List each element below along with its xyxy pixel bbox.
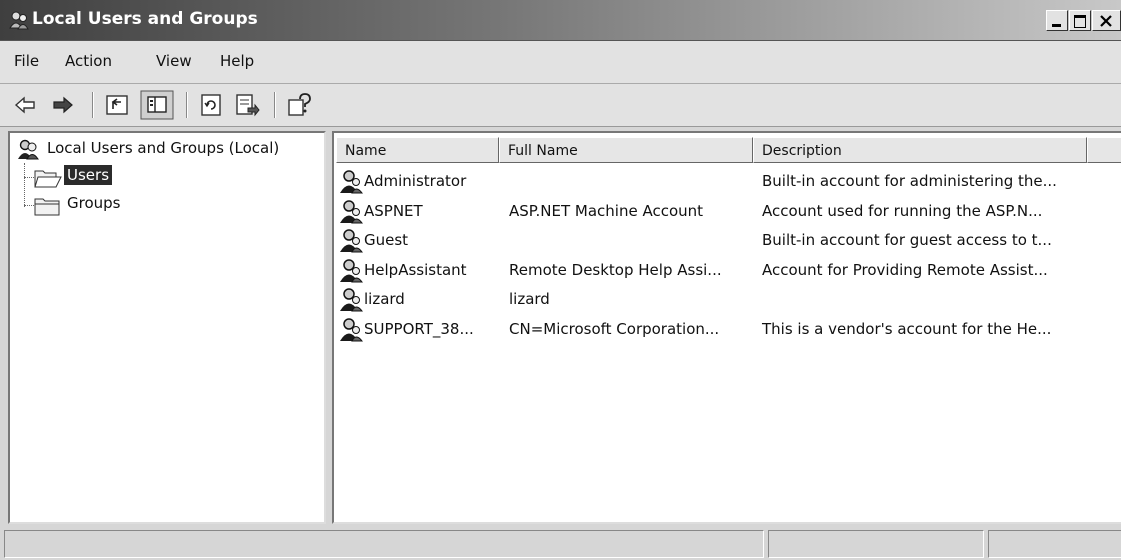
column-header-name[interactable]: Name	[336, 137, 499, 163]
minimize-button[interactable]	[1046, 10, 1068, 31]
users-and-groups-icon	[9, 11, 29, 30]
tree-connector	[24, 163, 26, 207]
cell-full-name: ASP.NET Machine Account	[509, 201, 704, 220]
cell-description: This is a vendor's account for the He...	[762, 319, 1052, 338]
user-icon	[340, 199, 364, 223]
show-hide-tree-icon[interactable]	[140, 90, 174, 120]
title-bar[interactable]: Local Users and Groups	[0, 0, 1121, 41]
menu-view[interactable]: View	[156, 52, 192, 70]
menu-action[interactable]: Action	[65, 52, 112, 70]
cell-full-name: Remote Desktop Help Assi...	[509, 260, 722, 279]
status-panel-3	[988, 530, 1121, 558]
table-row[interactable]: Administrator Built-in account for admini…	[334, 167, 1121, 195]
menu-bar: File Action View Help	[0, 41, 1121, 84]
cell-name: Administrator	[364, 172, 467, 190]
user-icon	[340, 317, 364, 341]
menu-file[interactable]: File	[14, 52, 39, 70]
status-panel-main	[4, 530, 764, 558]
cell-name: Guest	[364, 231, 409, 249]
close-button[interactable]	[1092, 10, 1121, 31]
users-and-groups-icon	[18, 139, 39, 160]
cell-name: HelpAssistant	[364, 260, 467, 279]
status-bar	[0, 528, 1121, 560]
column-header-empty	[1087, 137, 1121, 163]
help-icon[interactable]	[286, 92, 312, 118]
menu-help[interactable]: Help	[220, 52, 254, 70]
export-list-icon[interactable]	[234, 92, 260, 118]
cell-name: lizard	[364, 290, 405, 308]
column-header-full-name[interactable]: Full Name	[499, 137, 753, 163]
up-folder-icon[interactable]	[104, 92, 130, 118]
toolbar-separator	[274, 92, 275, 118]
column-header-description[interactable]: Description	[753, 137, 1087, 163]
back-arrow-icon[interactable]	[12, 92, 38, 118]
maximize-button[interactable]	[1069, 10, 1091, 31]
close-icon	[1100, 15, 1112, 27]
tree-item-users-label: Users	[64, 165, 113, 185]
user-icon	[340, 170, 364, 194]
cell-full-name: lizard	[509, 290, 550, 308]
tree-connector	[24, 177, 34, 179]
forward-arrow-icon[interactable]	[50, 92, 76, 118]
refresh-icon[interactable]	[198, 92, 224, 118]
table-row[interactable]: Guest Built-in account for guest access t…	[334, 226, 1121, 254]
maximize-icon	[1074, 15, 1086, 28]
user-icon	[340, 229, 364, 253]
folder-icon	[34, 198, 60, 216]
cell-name: ASPNET	[364, 201, 423, 220]
list-pane[interactable]: Name Full Name Description Administrator…	[332, 131, 1121, 524]
tree-pane[interactable]: Local Users and Groups (Local) Users Gro…	[8, 131, 326, 524]
status-panel-2	[768, 530, 984, 558]
user-icon	[340, 288, 364, 312]
toolbar	[0, 84, 1121, 127]
cell-name: SUPPORT_38...	[364, 319, 474, 338]
table-row[interactable]: lizard lizard	[334, 285, 1121, 313]
cell-full-name: CN=Microsoft Corporation...	[509, 319, 720, 338]
toolbar-separator	[92, 92, 93, 118]
table-row[interactable]: HelpAssistant Remote Desktop Help Assi...…	[334, 256, 1121, 284]
tree-item-groups-label: Groups	[67, 194, 121, 212]
cell-description: Account used for running the ASP.N...	[762, 201, 1043, 220]
toolbar-separator	[186, 92, 187, 118]
minimize-icon	[1052, 24, 1061, 27]
user-icon	[340, 258, 364, 282]
table-row[interactable]: SUPPORT_38... CN=Microsoft Corporation...…	[334, 315, 1121, 343]
cell-description: Built-in account for administering the..…	[762, 172, 1057, 190]
cell-description: Account for Providing Remote Assist...	[762, 260, 1048, 279]
tree-connector	[24, 205, 34, 207]
open-folder-icon	[34, 170, 62, 188]
window-title: Local Users and Groups	[32, 9, 258, 29]
table-row[interactable]: ASPNET ASP.NET Machine Account Account use…	[334, 197, 1121, 225]
tree-root-label: Local Users and Groups (Local)	[47, 139, 280, 157]
cell-description: Built-in account for guest access to t..…	[762, 231, 1052, 249]
